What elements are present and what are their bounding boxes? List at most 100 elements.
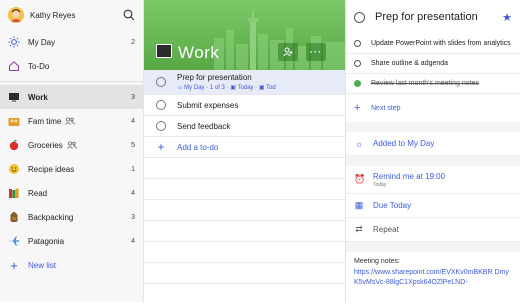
sidebar-item-patagonia[interactable]: Patagonia 4 xyxy=(0,229,143,253)
item-count: 3 xyxy=(131,213,135,221)
complete-checkbox[interactable] xyxy=(354,11,365,23)
alarm-icon: ⏰ xyxy=(354,174,366,184)
sidebar-item-recipe-ideas[interactable]: Recipe ideas 1 xyxy=(0,157,143,181)
smile-icon xyxy=(8,163,20,175)
detail-title-row: Prep for presentation ★ xyxy=(346,0,520,34)
star-icon[interactable]: ★ xyxy=(502,11,512,24)
reminder-sub: Today xyxy=(373,181,387,188)
meta-my-day: My Day xyxy=(184,85,205,91)
meta-more: Tod xyxy=(266,85,276,91)
monitor-icon xyxy=(156,44,172,58)
task-meta: ☼ My Day · 1 of 3 · ▣ Today · ▣ Tod xyxy=(177,85,276,91)
complete-checkbox[interactable] xyxy=(156,77,166,87)
step-item[interactable]: Update PowerPoint with slides from analy… xyxy=(346,34,520,54)
item-count: 2 xyxy=(131,38,135,46)
sidebar-item-label: Backpacking xyxy=(28,212,74,222)
step-item[interactable]: Share outline & adgenda xyxy=(346,54,520,74)
task-row-selected[interactable]: Prep for presentation ☼ My Day · 1 of 3 … xyxy=(144,70,345,95)
sidebar-item-groceries[interactable]: Groceries 5 xyxy=(0,133,143,157)
sidebar-item-work[interactable]: Work 3 xyxy=(0,85,143,109)
sidebar-item-read[interactable]: Read 4 xyxy=(0,181,143,205)
task-title: Prep for presentation xyxy=(177,73,252,82)
family-icon xyxy=(8,115,20,127)
sidebar-item-my-day[interactable]: My Day 2 xyxy=(0,30,143,54)
share-list-button[interactable] xyxy=(278,43,298,61)
item-count: 3 xyxy=(131,93,135,101)
notes-link[interactable]: https://www.sharepoint.com/EVXKv0mBKBR D… xyxy=(354,268,512,288)
sun-icon xyxy=(8,36,20,48)
task-title: Send feedback xyxy=(177,121,231,131)
step-text: Share outline & adgenda xyxy=(371,60,449,67)
sidebar-item-fam-time[interactable]: Fam time 4 xyxy=(0,109,143,133)
sidebar-item-label: Fam time xyxy=(28,116,62,126)
repeat-label: Repeat xyxy=(373,225,399,234)
sidebar-item-to-do[interactable]: To-Do xyxy=(0,54,143,78)
sidebar-item-label: Patagonia xyxy=(28,236,65,246)
step-checkbox[interactable] xyxy=(354,60,361,67)
meta-steps: 1 of 3 xyxy=(209,85,225,91)
added-my-day-label: Added to My Day xyxy=(373,139,435,148)
list-title: Work xyxy=(178,43,220,62)
reminder-button[interactable]: ⏰ Remind me at 19:00 Today xyxy=(346,166,520,194)
meta-today: Today xyxy=(237,85,254,91)
next-step-label: Next step xyxy=(371,104,401,112)
user-lists: Work 3 Fam time 4 Groceries 5 Recipe ide… xyxy=(0,85,143,277)
user-name: Kathy Reyes xyxy=(30,10,76,20)
add-todo-label: Add a to-do xyxy=(177,142,219,152)
item-count: 4 xyxy=(131,237,135,245)
monitor-icon xyxy=(8,91,20,103)
empty-row xyxy=(144,158,345,179)
due-label: Due Today xyxy=(373,201,412,210)
next-step-button[interactable]: + Next step xyxy=(346,94,520,122)
calendar-icon: ▣ xyxy=(230,85,236,91)
step-item[interactable]: Review last month's meeting notes xyxy=(346,74,520,94)
ellipsis-icon: ··· xyxy=(310,47,322,57)
item-count: 4 xyxy=(131,189,135,197)
detail-title[interactable]: Prep for presentation xyxy=(375,11,478,23)
step-checkbox[interactable] xyxy=(354,40,361,47)
apple-icon xyxy=(8,139,20,151)
avatar[interactable] xyxy=(8,7,24,23)
add-todo-button[interactable]: + Add a to-do xyxy=(144,137,345,158)
repeat-button[interactable]: ⇄ Repeat xyxy=(346,218,520,242)
sidebar-item-label: Recipe ideas xyxy=(28,164,75,174)
task-row[interactable]: Submit expenses xyxy=(144,95,345,116)
item-count: 5 xyxy=(131,141,135,149)
sidebar-item-label: My Day xyxy=(28,37,56,47)
sun-icon: ☼ xyxy=(177,85,183,91)
plus-icon: + xyxy=(157,140,165,154)
more-options-button[interactable]: ··· xyxy=(306,43,326,61)
share-person-icon xyxy=(283,47,293,57)
task-list-pane: Work ··· Prep for presentation ☼ My Day … xyxy=(144,0,345,302)
calendar-icon: ▣ xyxy=(258,85,265,91)
complete-checkbox[interactable] xyxy=(156,121,166,131)
notes-area[interactable]: Meeting notes: https://www.sharepoint.co… xyxy=(346,252,520,304)
calendar-icon: ▦ xyxy=(354,200,364,210)
task-detail-pane: Prep for presentation ★ Update PowerPoin… xyxy=(345,0,520,304)
repeat-icon: ⇄ xyxy=(355,224,363,234)
my-day-block: ☼ Added to My Day xyxy=(346,132,520,156)
sidebar-item-backpacking[interactable]: Backpacking 3 xyxy=(0,205,143,229)
search-icon[interactable] xyxy=(123,9,135,21)
due-date-button[interactable]: ▦ Due Today xyxy=(346,194,520,218)
schedule-block: ⏰ Remind me at 19:00 Today ▦ Due Today ⇄… xyxy=(346,166,520,242)
airplane-icon xyxy=(8,235,20,247)
step-text: Review last month's meeting notes xyxy=(371,80,479,87)
complete-checkbox[interactable] xyxy=(156,100,166,110)
sidebar-item-label: Work xyxy=(28,92,48,102)
reminder-label: Remind me at 19:00 xyxy=(373,171,446,181)
backpack-icon xyxy=(8,211,20,223)
list-banner: Work ··· xyxy=(144,0,345,70)
profile[interactable]: Kathy Reyes xyxy=(0,0,143,30)
notes-label: Meeting notes: xyxy=(354,258,400,265)
new-list-button[interactable]: + New list xyxy=(0,253,143,277)
detail-card: Prep for presentation ★ Update PowerPoin… xyxy=(346,0,520,122)
added-to-my-day-button[interactable]: ☼ Added to My Day xyxy=(346,132,520,156)
step-checkbox-checked[interactable] xyxy=(354,80,361,87)
sidebar-item-label: Groceries xyxy=(28,140,63,150)
item-count: 4 xyxy=(131,117,135,125)
new-list-label: New list xyxy=(28,260,57,270)
empty-row xyxy=(144,221,345,242)
task-row[interactable]: Send feedback xyxy=(144,116,345,137)
empty-row xyxy=(144,242,345,263)
